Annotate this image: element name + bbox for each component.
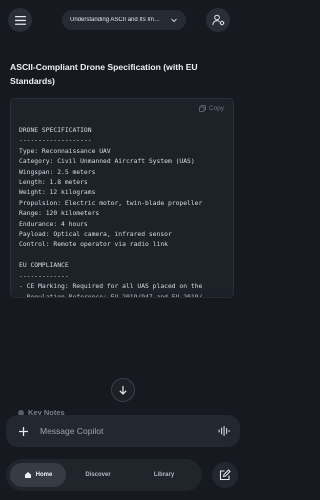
plus-icon bbox=[18, 426, 28, 436]
add-attachment-button[interactable] bbox=[16, 424, 30, 438]
response-heading: ASCII-Compliant Drone Specification (wit… bbox=[10, 62, 198, 86]
compose-icon bbox=[219, 469, 231, 481]
code-block: Copy DRONE SPECIFICATION ---------------… bbox=[10, 98, 234, 298]
profile-settings-icon bbox=[211, 14, 224, 26]
nav-library[interactable]: Library bbox=[130, 463, 198, 487]
top-bar: Understanding ASCII and Its Im… bbox=[0, 0, 246, 40]
content-fade bbox=[0, 290, 246, 330]
new-chat-button[interactable] bbox=[212, 462, 238, 488]
message-composer bbox=[6, 415, 240, 447]
nav-library-label: Library bbox=[153, 472, 175, 478]
conversation-title: Understanding ASCII and Its Im… bbox=[70, 17, 161, 23]
code-block-header: Copy bbox=[11, 99, 233, 117]
code-content: DRONE SPECIFICATION ------------------- … bbox=[19, 127, 203, 297]
hamburger-icon bbox=[14, 15, 26, 25]
arrow-down-icon bbox=[119, 386, 127, 395]
nav-home-label: Home bbox=[35, 472, 53, 478]
copy-label: Copy bbox=[208, 104, 224, 112]
copy-icon bbox=[198, 104, 206, 112]
voice-input-icon[interactable] bbox=[218, 425, 230, 437]
scroll-to-bottom-button[interactable] bbox=[111, 378, 135, 402]
chevron-down-icon bbox=[171, 18, 177, 23]
message-input[interactable] bbox=[40, 426, 218, 436]
bottom-navigation: Home Discover Library bbox=[6, 459, 202, 491]
nav-home[interactable]: Home bbox=[10, 463, 66, 487]
profile-settings-button[interactable] bbox=[206, 8, 230, 32]
nav-discover[interactable]: Discover bbox=[66, 463, 130, 487]
copy-button[interactable]: Copy bbox=[198, 104, 224, 112]
home-icon bbox=[24, 472, 31, 478]
conversation-title-dropdown[interactable]: Understanding ASCII and Its Im… bbox=[62, 10, 186, 30]
menu-button[interactable] bbox=[8, 8, 32, 32]
nav-discover-label: Discover bbox=[85, 472, 111, 478]
